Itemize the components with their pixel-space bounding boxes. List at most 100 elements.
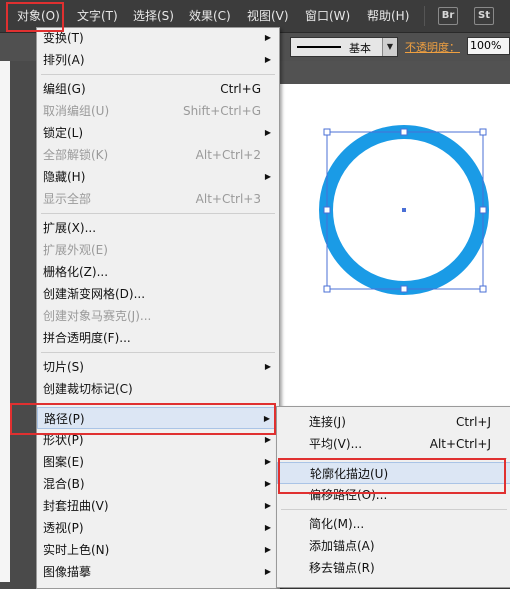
object-menu-item-5[interactable]: 锁定(L) ▶ — [37, 122, 279, 144]
menu-separator — [41, 213, 275, 214]
object-menu-item-3[interactable]: 编组(G) Ctrl+G — [37, 78, 279, 100]
path-submenu-item-6[interactable]: 简化(M)... — [277, 513, 510, 535]
object-menu-item-24[interactable]: 封套扭曲(V) ▶ — [37, 495, 279, 517]
menu-item-label: 移去锚点(R) — [309, 561, 375, 575]
menu-help[interactable]: 帮助(H) — [364, 7, 412, 25]
menu-item-label: 创建渐变网格(D)... — [43, 287, 146, 301]
menu-separator — [41, 74, 275, 75]
opacity-input[interactable]: 100% — [467, 37, 510, 55]
menu-view[interactable]: 视图(V) — [244, 7, 292, 25]
stock-icon[interactable]: St — [474, 7, 494, 25]
annotation-outline-stroke — [278, 458, 506, 494]
menu-item-label: 全部解锁(K) — [43, 148, 109, 162]
object-menu-item-27[interactable]: 图像描摹 ▶ — [37, 561, 279, 583]
menu-window[interactable]: 窗口(W) — [302, 7, 353, 25]
object-menu-item-1[interactable]: 排列(A) ▶ — [37, 49, 279, 71]
path-submenu-item-7[interactable]: 添加锚点(A) — [277, 535, 510, 557]
object-menu-item-4: 取消编组(U) Shift+Ctrl+G — [37, 100, 279, 122]
submenu-arrow-icon: ▶ — [264, 172, 271, 181]
handle-left[interactable] — [323, 206, 331, 214]
object-menu-item-22[interactable]: 图案(E) ▶ — [37, 451, 279, 473]
menu-item-shortcut: Alt+Ctrl+3 — [195, 192, 261, 206]
stroke-style-select[interactable]: 基本 ▼ — [290, 37, 398, 57]
submenu-arrow-icon: ▶ — [264, 33, 271, 42]
object-menu-item-8: 显示全部 Alt+Ctrl+3 — [37, 188, 279, 210]
menu-item-label: 锁定(L) — [43, 126, 84, 140]
menu-item-label: 简化(M)... — [309, 517, 365, 531]
submenu-arrow-icon: ▶ — [264, 128, 271, 137]
object-menu-item-10[interactable]: 扩展(X)... — [37, 217, 279, 239]
menu-type[interactable]: 文字(T) — [74, 7, 121, 25]
handle-bottom-right[interactable] — [479, 285, 487, 293]
menu-item-label: 平均(V)... — [309, 437, 363, 451]
menu-item-shortcut: Alt+Ctrl+J — [429, 437, 491, 451]
menu-item-label: 透视(P) — [43, 521, 84, 535]
object-menu: 变换(T) ▶ 排列(A) ▶ 编组(G) Ctrl+G 取消编组(U) Shift+Ctrl… — [36, 27, 280, 589]
menu-item-shortcut: Shift+Ctrl+G — [182, 104, 261, 118]
menu-item-label: 创建裁切标记(C) — [43, 382, 133, 396]
path-submenu-item-0[interactable]: 连接(J) Ctrl+J — [277, 411, 510, 433]
bridge-icon[interactable]: Br — [438, 7, 458, 25]
menu-item-label: 图像描摹 — [43, 565, 92, 579]
object-menu-item-25[interactable]: 透视(P) ▶ — [37, 517, 279, 539]
menu-select[interactable]: 选择(S) — [130, 7, 177, 25]
menu-item-label: 拼合透明度(F)... — [43, 331, 131, 345]
submenu-arrow-icon: ▶ — [264, 567, 271, 576]
object-menu-item-12[interactable]: 栅格化(Z)... — [37, 261, 279, 283]
submenu-arrow-icon: ▶ — [264, 545, 271, 554]
submenu-arrow-icon: ▶ — [264, 501, 271, 510]
opacity-label[interactable]: 不透明度： — [405, 39, 460, 55]
menu-item-shortcut: Alt+Ctrl+2 — [195, 148, 261, 162]
menu-item-label: 实时上色(N) — [43, 543, 110, 557]
object-menu-item-15[interactable]: 拼合透明度(F)... — [37, 327, 279, 349]
handle-top[interactable] — [400, 128, 408, 136]
path-submenu-item-8[interactable]: 移去锚点(R) — [277, 557, 510, 579]
menu-item-label: 封套扭曲(V) — [43, 499, 109, 513]
object-menu-item-0[interactable]: 变换(T) ▶ — [37, 27, 279, 49]
object-menu-item-17[interactable]: 切片(S) ▶ — [37, 356, 279, 378]
submenu-arrow-icon: ▶ — [264, 457, 271, 466]
submenu-arrow-icon: ▶ — [264, 55, 271, 64]
menu-item-label: 连接(J) — [309, 415, 346, 429]
menu-item-label: 混合(B) — [43, 477, 85, 491]
menu-item-label: 编组(G) — [43, 82, 86, 96]
menu-item-label: 创建对象马赛克(J)... — [43, 309, 152, 323]
annotation-path-item — [10, 403, 276, 435]
menu-effect[interactable]: 效果(C) — [186, 7, 234, 25]
center-point — [402, 208, 406, 212]
path-submenu-item-1[interactable]: 平均(V)... Alt+Ctrl+J — [277, 433, 510, 455]
menu-item-label: 图案(E) — [43, 455, 84, 469]
menubar-divider — [424, 6, 425, 26]
menu-item-shortcut: Ctrl+G — [220, 82, 261, 96]
object-menu-item-13[interactable]: 创建渐变网格(D)... — [37, 283, 279, 305]
document-tab-area — [276, 61, 510, 84]
object-menu-item-11: 扩展外观(E) — [37, 239, 279, 261]
object-menu-item-23[interactable]: 混合(B) ▶ — [37, 473, 279, 495]
menu-separator — [281, 509, 507, 510]
handle-bottom-left[interactable] — [323, 285, 331, 293]
object-menu-item-7[interactable]: 隐藏(H) ▶ — [37, 166, 279, 188]
menu-item-label: 取消编组(U) — [43, 104, 110, 118]
handle-top-left[interactable] — [323, 128, 331, 136]
object-menu-item-26[interactable]: 实时上色(N) ▶ — [37, 539, 279, 561]
panel-edge — [0, 61, 10, 582]
object-menu-item-6: 全部解锁(K) Alt+Ctrl+2 — [37, 144, 279, 166]
menu-item-label: 显示全部 — [43, 192, 92, 206]
menu-separator — [41, 352, 275, 353]
menu-item-label: 扩展外观(E) — [43, 243, 108, 257]
handle-right[interactable] — [479, 206, 487, 214]
handle-top-right[interactable] — [479, 128, 487, 136]
menu-item-label: 隐藏(H) — [43, 170, 86, 184]
submenu-arrow-icon: ▶ — [264, 362, 271, 371]
object-menu-item-18[interactable]: 创建裁切标记(C) — [37, 378, 279, 400]
menu-item-label: 添加锚点(A) — [309, 539, 375, 553]
handle-bottom[interactable] — [400, 285, 408, 293]
menu-item-shortcut: Ctrl+J — [456, 415, 491, 429]
stroke-style-label: 基本 — [349, 42, 371, 55]
path-submenu: 连接(J) Ctrl+J 平均(V)... Alt+Ctrl+J 轮廓化描边(U) 偏移路… — [276, 406, 510, 588]
annotation-object-menu — [6, 2, 64, 32]
chevron-down-icon[interactable]: ▼ — [382, 38, 397, 56]
menu-item-label: 切片(S) — [43, 360, 84, 374]
submenu-arrow-icon: ▶ — [264, 523, 271, 532]
submenu-arrow-icon: ▶ — [264, 479, 271, 488]
